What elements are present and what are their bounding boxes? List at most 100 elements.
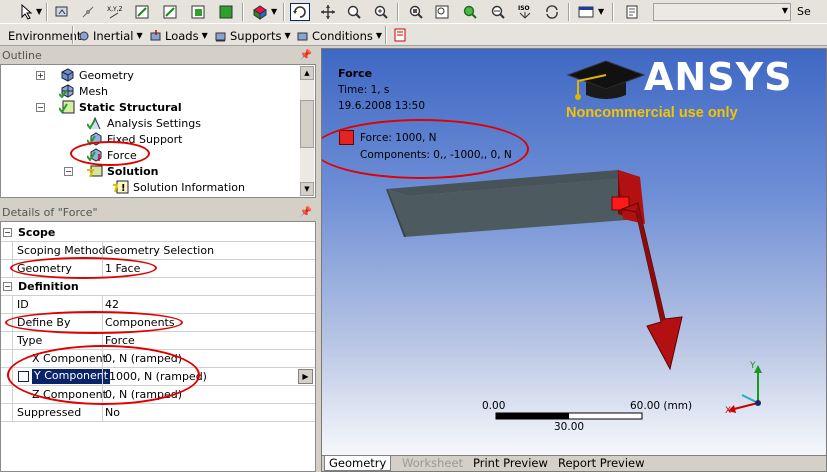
extend-select-icon[interactable]: [250, 3, 270, 21]
box-zoom-icon[interactable]: [371, 3, 391, 21]
details-row-id[interactable]: ID 42: [1, 296, 315, 314]
analysis-settings-icon: [87, 116, 101, 130]
triad-origin: [755, 400, 761, 406]
tree-item-label: Mesh: [79, 84, 108, 98]
coordinate-select-icon[interactable]: X,Y,Z: [104, 3, 124, 21]
tab-geometry[interactable]: Geometry: [324, 456, 392, 471]
tree-item-label: Static Structural: [79, 100, 182, 114]
zoom-box-icon[interactable]: [432, 3, 452, 21]
conditions-label: Conditions: [312, 28, 373, 43]
select-arrow-icon[interactable]: [16, 3, 36, 21]
annotation-circle-force: [70, 141, 150, 166]
node-select-icon[interactable]: [78, 3, 98, 21]
scale-right-label: 60.00 (mm): [630, 400, 693, 412]
zoom-in-icon[interactable]: [460, 3, 480, 21]
environment-menu[interactable]: Environment: [8, 27, 81, 44]
collapse-icon[interactable]: −: [3, 228, 12, 237]
face-select-icon[interactable]: [188, 3, 208, 21]
zoom-fit-icon[interactable]: [406, 3, 426, 21]
edit-toolbar-icon[interactable]: [622, 3, 642, 21]
outline-tree: + Geometry Mesh − Static Structural Anal…: [0, 64, 316, 198]
force-arrow: [620, 202, 683, 371]
tree-item-analysis-settings[interactable]: Analysis Settings: [87, 115, 201, 131]
expander-icon[interactable]: −: [36, 103, 45, 112]
solve-icon[interactable]: [391, 26, 411, 44]
chevron-down-icon: ▼: [284, 31, 291, 40]
scroll-down-icon[interactable]: ▼: [300, 182, 314, 196]
row-key: Type: [17, 334, 43, 347]
chevron-down-icon[interactable]: ▼: [598, 7, 604, 16]
row-value[interactable]: No: [105, 406, 120, 419]
iso-view-icon[interactable]: ISO: [515, 3, 535, 21]
supports-menu[interactable]: Supports ▼: [215, 27, 291, 44]
row-key: Scoping Method: [17, 244, 106, 257]
triad-x-label: X: [725, 406, 732, 416]
loads-icon: [150, 29, 161, 40]
details-title-bar: Details of "Force" 📌: [0, 206, 316, 220]
tree-item-label: Solution Information: [133, 180, 245, 194]
annotation-circle-geometry: [10, 257, 157, 279]
tree-item-label: Analysis Settings: [107, 116, 201, 130]
expander-icon[interactable]: +: [36, 71, 45, 80]
selection-dropdown[interactable]: ▼: [653, 3, 791, 21]
conditions-icon: [297, 32, 308, 40]
row-key: ID: [17, 298, 29, 311]
group-label: Scope: [18, 226, 56, 239]
annotation-circle-define-by: [5, 311, 183, 334]
row-value: 42: [105, 298, 119, 311]
pin-icon[interactable]: 📌: [300, 49, 312, 63]
vertex-select-icon[interactable]: [132, 3, 152, 21]
chevron-right-icon[interactable]: ▶: [298, 369, 313, 384]
rotate-icon[interactable]: [290, 3, 310, 21]
static-structural-icon: [59, 100, 75, 114]
inertial-menu[interactable]: Inertial ▼: [78, 27, 143, 44]
details-row-type[interactable]: Type Force: [1, 332, 315, 350]
chevron-down-icon[interactable]: ▼: [271, 7, 277, 16]
chevron-down-icon[interactable]: ▼: [36, 7, 42, 16]
environment-label: Environment: [8, 28, 82, 43]
pin-icon[interactable]: 📌: [300, 206, 312, 220]
outline-scrollbar[interactable]: ▲ ▼: [300, 66, 314, 196]
pan-icon[interactable]: [318, 3, 338, 21]
scale-left-label: 0.00: [482, 400, 506, 412]
body-select-icon[interactable]: [216, 3, 236, 21]
details-group-definition[interactable]: − Definition: [1, 278, 315, 296]
tab-worksheet[interactable]: Worksheet: [398, 456, 467, 471]
annotation-circle-components: [7, 345, 200, 405]
collapse-icon[interactable]: −: [3, 282, 12, 291]
refresh-icon[interactable]: [542, 3, 562, 21]
tree-item-static-structural[interactable]: Static Structural: [59, 99, 182, 115]
tree-item-solution-information[interactable]: ! Solution Information: [113, 179, 245, 195]
supports-label: Supports: [230, 28, 282, 43]
details-row-suppressed[interactable]: Suppressed No: [1, 404, 315, 422]
tree-item-mesh[interactable]: Mesh: [59, 83, 108, 99]
view-options-icon[interactable]: [576, 3, 596, 21]
graphics-viewport[interactable]: Force Time: 1, s 19.6.2008 13:50 Force: …: [321, 48, 827, 472]
solution-icon: [87, 165, 103, 178]
tab-report-preview[interactable]: Report Preview: [554, 456, 649, 471]
expander-icon[interactable]: −: [64, 167, 73, 176]
tab-print-preview[interactable]: Print Preview: [469, 456, 552, 471]
chevron-down-icon: ▼: [201, 31, 208, 40]
row-key: Suppressed: [17, 406, 82, 419]
magnifier-icon[interactable]: [488, 3, 508, 21]
group-label: Definition: [18, 280, 79, 293]
main-toolbar: ▼ X,Y,Z ▼ ISO ▼ ▼ Se: [0, 0, 827, 24]
row-value[interactable]: Geometry Selection: [105, 244, 214, 257]
scroll-thumb[interactable]: [300, 100, 314, 148]
zoom-icon[interactable]: [344, 3, 364, 21]
outline-title: Outline: [2, 49, 42, 62]
conditions-menu[interactable]: Conditions ▼: [297, 27, 382, 44]
edge-select-icon[interactable]: [160, 3, 180, 21]
loads-menu[interactable]: Loads ▼: [150, 27, 208, 44]
chevron-down-icon: ▼: [375, 31, 383, 40]
mesh-icon: [59, 84, 74, 98]
select-label[interactable]: Se: [797, 5, 811, 18]
details-group-scope[interactable]: − Scope: [1, 224, 315, 242]
graphics-select-icon[interactable]: [52, 3, 72, 21]
tree-item-geometry[interactable]: Geometry: [59, 67, 134, 83]
supports-icon: [215, 32, 226, 41]
scroll-up-icon[interactable]: ▲: [300, 66, 314, 80]
triad-y-label: Y: [750, 361, 756, 371]
inertial-icon: [79, 31, 89, 40]
